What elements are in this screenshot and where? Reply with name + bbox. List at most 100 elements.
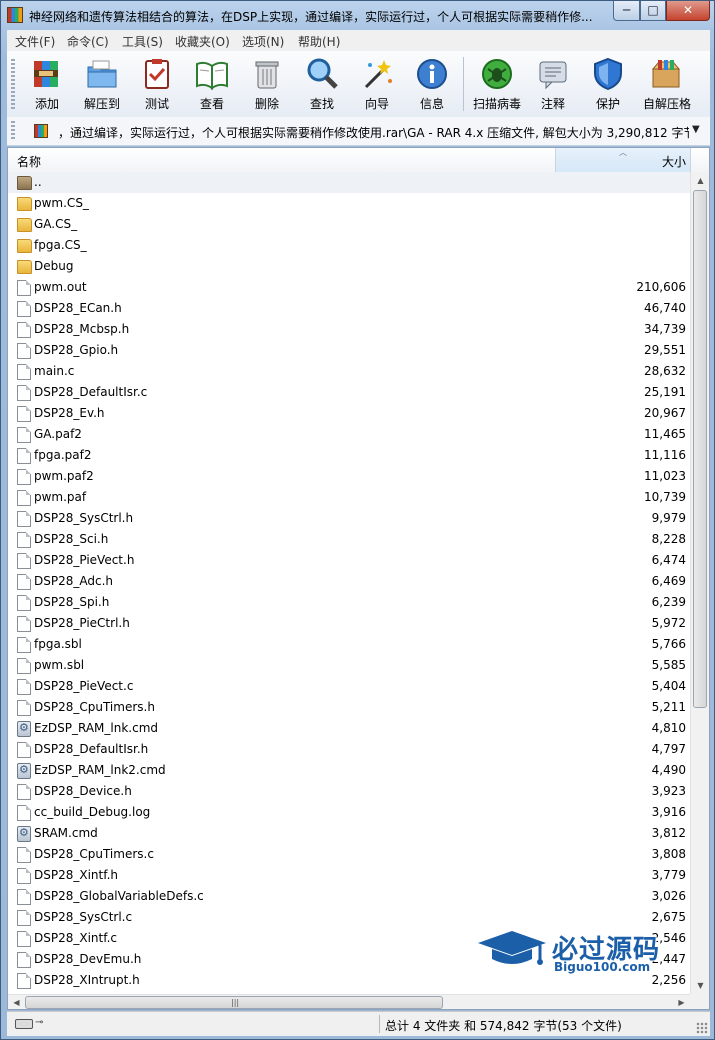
menu-options[interactable]: 选项(N) <box>242 33 284 50</box>
file-row[interactable]: GA.paf2 11,465 <box>8 424 690 445</box>
address-grip[interactable] <box>11 121 15 141</box>
winrar-app-icon[interactable] <box>7 7 23 23</box>
file-row[interactable]: DSP28_SysCtrl.h 9,979 <box>8 508 690 529</box>
file-list[interactable]: 名称 ︿ 大小 .. pwm.CS_ GA.CS_ fpga.CS_ Debug pwm.… <box>7 147 710 1010</box>
file-row[interactable]: DSP28_Xintf.h 3,779 <box>8 865 690 886</box>
file-row[interactable]: DSP28_Spi.h 6,239 <box>8 592 690 613</box>
file-row[interactable]: DSP28_GlobalVariableDefs.c 3,026 <box>8 886 690 907</box>
file-row[interactable]: DSP28_DefaultIsr.h 4,797 <box>8 739 690 760</box>
view-button[interactable]: 查看 <box>184 53 240 115</box>
vertical-scroll-thumb[interactable] <box>693 190 707 708</box>
close-button[interactable]: ✕ <box>666 1 710 21</box>
resize-grip[interactable] <box>696 1022 708 1034</box>
file-row[interactable]: .. <box>8 172 690 193</box>
column-size-header[interactable]: ︿ 大小 <box>555 148 691 172</box>
file-size: 6,469 <box>651 574 686 588</box>
file-row[interactable]: DSP28_PieVect.h 6,474 <box>8 550 690 571</box>
file-row[interactable]: DSP28_Adc.h 6,469 <box>8 571 690 592</box>
file-name: DSP28_ECan.h <box>34 301 122 315</box>
file-size: 5,585 <box>651 658 686 672</box>
add-button[interactable]: 添加 <box>19 53 75 115</box>
file-row[interactable]: main.c 28,632 <box>8 361 690 382</box>
file-size: 4,810 <box>651 721 686 735</box>
file-row[interactable]: Debug <box>8 256 690 277</box>
extract-to-label: 解压到 <box>83 97 120 111</box>
drive-icon[interactable] <box>15 1019 33 1029</box>
file-row[interactable]: EzDSP_RAM_lnk.cmd 4,810 <box>8 718 690 739</box>
file-row[interactable]: DSP28_Gpio.h 29,551 <box>8 340 690 361</box>
scroll-up-arrow[interactable]: ▲ <box>691 172 709 189</box>
file-icon <box>17 889 31 905</box>
file-name: pwm.paf2 <box>34 469 94 483</box>
address-dropdown-icon[interactable]: ▼ <box>692 124 700 135</box>
menu-help[interactable]: 帮助(H) <box>298 33 340 50</box>
file-name: DSP28_Xintf.h <box>34 868 118 882</box>
file-name: DSP28_Mcbsp.h <box>34 322 130 336</box>
file-row[interactable]: DSP28_Ev.h 20,967 <box>8 403 690 424</box>
menu-tools[interactable]: 工具(S) <box>122 33 163 50</box>
magnifier-icon <box>307 58 338 89</box>
file-row[interactable]: DSP28_Mcbsp.h 34,739 <box>8 319 690 340</box>
file-row[interactable]: fpga.sbl 5,766 <box>8 634 690 655</box>
horizontal-scroll-thumb[interactable]: ||| <box>25 996 443 1009</box>
maximize-button[interactable]: □ <box>640 1 666 21</box>
column-header: 名称 ︿ 大小 <box>8 148 709 173</box>
column-name-header[interactable]: 名称 <box>17 153 41 170</box>
file-row[interactable]: SRAM.cmd 3,812 <box>8 823 690 844</box>
comment-button[interactable]: 注释 <box>525 53 581 115</box>
toolbar-grip[interactable] <box>11 59 15 109</box>
file-row[interactable]: pwm.paf 10,739 <box>8 487 690 508</box>
file-row[interactable]: GA.CS_ <box>8 214 690 235</box>
sfx-button[interactable]: 自解压格 <box>638 53 696 115</box>
file-icon <box>17 532 31 548</box>
delete-label: 删除 <box>254 97 279 111</box>
file-row[interactable]: DSP28_PieVect.c 5,404 <box>8 676 690 697</box>
scroll-left-arrow[interactable]: ◀ <box>8 995 25 1009</box>
file-row[interactable]: pwm.out 210,606 <box>8 277 690 298</box>
comment-icon <box>539 61 567 90</box>
file-row[interactable]: DSP28_ECan.h 46,740 <box>8 298 690 319</box>
file-size: 3,026 <box>651 889 686 903</box>
file-row[interactable]: DSP28_CpuTimers.c 3,808 <box>8 844 690 865</box>
file-icon <box>17 784 31 800</box>
file-row[interactable]: fpga.paf2 11,116 <box>8 445 690 466</box>
watermark-subtitle: Biguo100.com <box>554 960 651 974</box>
wizard-button[interactable]: 向导 <box>349 53 405 115</box>
horizontal-scrollbar[interactable]: ◀ ||| ▶ <box>8 994 690 1009</box>
file-name: DSP28_Sci.h <box>34 532 109 546</box>
scroll-down-arrow[interactable]: ▼ <box>691 977 709 994</box>
title-bar[interactable]: 神经网络和遗传算法相结合的算法，在DSP上实现，通过编译，实际运行过，个人可根据… <box>1 1 714 29</box>
test-button[interactable]: 测试 <box>129 53 185 115</box>
menu-file[interactable]: 文件(F) <box>15 33 55 50</box>
file-row[interactable]: pwm.paf2 11,023 <box>8 466 690 487</box>
file-row[interactable]: DSP28_Sci.h 8,228 <box>8 529 690 550</box>
file-row[interactable]: fpga.CS_ <box>8 235 690 256</box>
vertical-scrollbar[interactable]: ▲ ▼ <box>690 172 709 994</box>
file-row[interactable]: DSP28_CpuTimers.h 5,211 <box>8 697 690 718</box>
key-icon[interactable]: ⊸ <box>35 1018 43 1028</box>
file-row[interactable]: DSP28_SysCtrl.c 2,675 <box>8 907 690 928</box>
virus-scan-button[interactable]: 扫描病毒 <box>469 53 525 115</box>
file-row[interactable]: EzDSP_RAM_lnk2.cmd 4,490 <box>8 760 690 781</box>
minimize-button[interactable]: ─ <box>613 1 640 21</box>
menu-command[interactable]: 命令(C) <box>67 33 109 50</box>
address-path[interactable]: ，通过编译，实际运行过，个人可根据实际需要稍作修改使用.rar\GA - RAR… <box>58 124 689 141</box>
scroll-right-arrow[interactable]: ▶ <box>673 995 690 1009</box>
file-size: 6,474 <box>651 553 686 567</box>
file-name: DSP28_Gpio.h <box>34 343 119 357</box>
file-row[interactable]: cc_build_Debug.log 3,916 <box>8 802 690 823</box>
file-row[interactable]: pwm.CS_ <box>8 193 690 214</box>
file-row[interactable]: DSP28_Device.h 3,923 <box>8 781 690 802</box>
extract-to-button[interactable]: 解压到 <box>74 53 130 115</box>
file-icon <box>17 343 31 359</box>
file-size: 5,766 <box>651 637 686 651</box>
info-button[interactable]: 信息 <box>404 53 460 115</box>
file-row[interactable]: DSP28_PieCtrl.h 5,972 <box>8 613 690 634</box>
file-row[interactable]: DSP28_DefaultIsr.c 25,191 <box>8 382 690 403</box>
protect-button[interactable]: 保护 <box>580 53 636 115</box>
find-button[interactable]: 查找 <box>294 53 350 115</box>
menu-favorites[interactable]: 收藏夹(O) <box>175 33 230 50</box>
delete-button[interactable]: 删除 <box>239 53 295 115</box>
file-row[interactable]: pwm.sbl 5,585 <box>8 655 690 676</box>
toolbar-separator <box>463 57 464 111</box>
